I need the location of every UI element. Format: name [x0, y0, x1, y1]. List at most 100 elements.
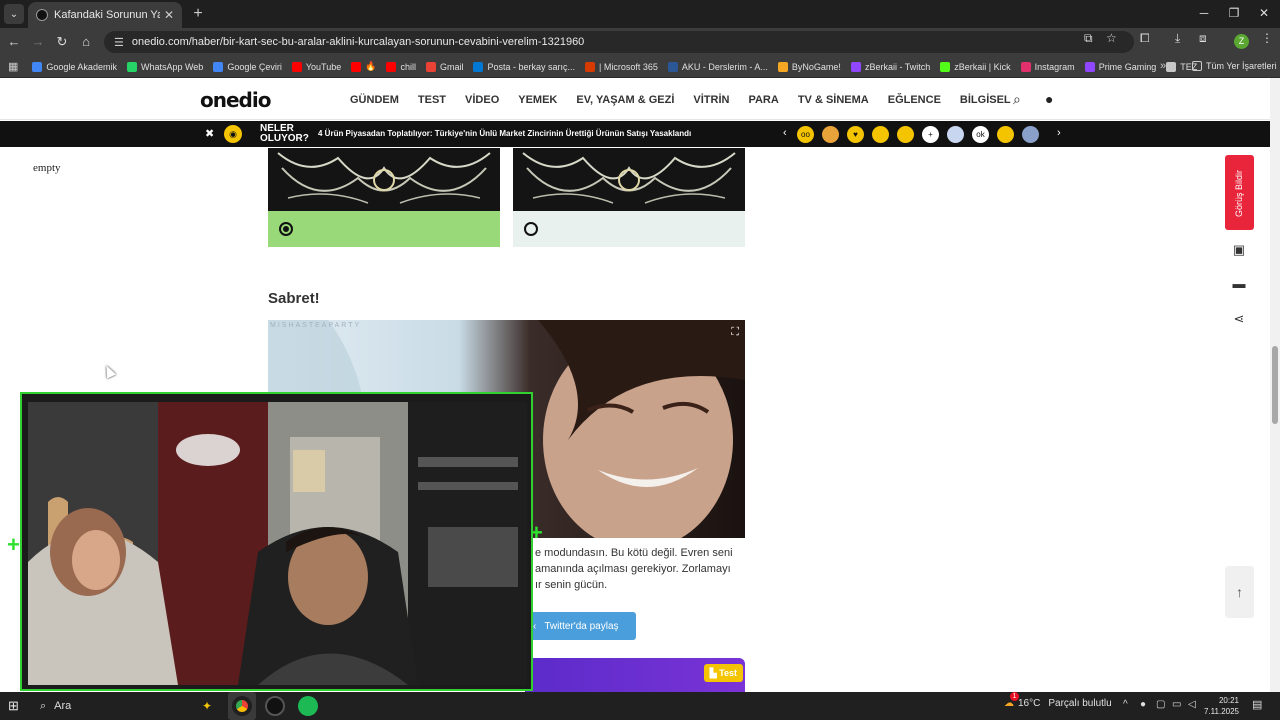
bookmark-star-icon[interactable]: ☆ [1106, 31, 1117, 45]
bookmark-item[interactable]: Google Akademik [32, 61, 117, 72]
bookmark-item[interactable]: AKU - Derslerim - A... [667, 61, 768, 72]
emoji-reaction-icon[interactable]: ♥ [847, 126, 864, 143]
bookmark-label: ByNoGame! [791, 61, 841, 72]
option-a-footer[interactable] [268, 211, 500, 247]
option-b-footer[interactable] [513, 211, 745, 247]
network-icon[interactable]: ▭ [1172, 699, 1181, 710]
translate-icon[interactable]: ⧈ [1199, 31, 1207, 46]
menu-item[interactable]: BİLGİSEL [960, 94, 1011, 106]
emoji-reaction-icon[interactable] [872, 126, 889, 143]
trend-badge-icon[interactable]: ◉ [224, 125, 242, 143]
apps-grid-icon[interactable]: ▦ [8, 60, 18, 73]
bookmark-label: | Microsoft 365 [599, 61, 658, 72]
trend-headline[interactable]: 4 Ürün Piyasadan Toplatılıyor: Türkiye'n… [318, 129, 691, 138]
menu-item[interactable]: TEST [418, 94, 446, 106]
microphone-icon[interactable]: ● [1140, 699, 1146, 710]
bookmark-item[interactable]: YouTube [291, 61, 341, 72]
back-to-top-button[interactable]: ↑ [1225, 566, 1254, 618]
chrome-icon[interactable] [232, 696, 252, 716]
option-a-radio[interactable] [279, 222, 293, 236]
bookmark-item[interactable]: zBerkaii | Kick [940, 61, 1011, 72]
emoji-reaction-icon[interactable] [897, 126, 914, 143]
minimize-button[interactable]: ─ [1194, 4, 1214, 22]
onedio-logo[interactable]: onedio [200, 88, 271, 112]
emoji-reaction-icon[interactable] [822, 126, 839, 143]
menu-item[interactable]: TV & SİNEMA [798, 94, 869, 106]
bookmark-item[interactable]: Google Çeviri [213, 61, 282, 72]
tab-search-button[interactable]: ⌄ [4, 4, 24, 24]
more-bookmarks-icon[interactable]: » [1160, 60, 1166, 72]
emoji-reaction-icon[interactable]: ok [972, 126, 989, 143]
notifications-icon[interactable]: ▤ [1252, 698, 1262, 711]
feedback-button[interactable]: Görüş Bildir [1225, 155, 1254, 230]
emoji-reaction-icon[interactable] [997, 126, 1014, 143]
tray-app-icon[interactable]: ▢ [1156, 699, 1165, 710]
spotify-icon[interactable] [298, 696, 318, 716]
close-window-button[interactable]: ✕ [1254, 4, 1274, 22]
bookmark-item[interactable]: chill [386, 61, 416, 72]
menu-item[interactable]: GÜNDEM [350, 94, 399, 106]
browser-tab-active[interactable]: Kafandaki Sorunun Yanıtı Bu Kart ✕ [28, 2, 182, 28]
scroll-thumb[interactable] [1272, 346, 1278, 424]
extensions-icon[interactable]: ⧠ [1140, 31, 1150, 46]
new-tab-button[interactable]: + [188, 4, 208, 24]
tray-chevron-icon[interactable]: ^ [1123, 699, 1128, 710]
address-bar[interactable]: ☰ onedio.com/haber/bir-kart-sec-bu-arala… [104, 31, 1134, 53]
categories-grid-icon[interactable]: ✖ [205, 127, 214, 140]
bookmark-item[interactable]: Posta - berkay sarıç... [473, 61, 575, 72]
neler-oluyor-label[interactable]: NELER OLUYOR? [260, 124, 309, 144]
close-tab-icon[interactable]: ✕ [164, 8, 174, 22]
menu-item[interactable]: EĞLENCE [888, 94, 941, 106]
feedback-label: Görüş Bildir [1234, 169, 1244, 217]
menu-item[interactable]: YEMEK [518, 94, 557, 106]
downloads-icon[interactable]: ⤓ [1175, 31, 1180, 46]
bookmark-item[interactable]: 🔥 [351, 61, 376, 72]
chrome-menu-icon[interactable]: ⋮ [1261, 31, 1273, 45]
share-icon[interactable]: ⋖ [1230, 311, 1248, 329]
bookmark-item[interactable]: zBerkaii - Twitch [850, 61, 930, 72]
bookmark-item[interactable]: Instagram [1020, 61, 1075, 72]
forward-button[interactable]: → [28, 32, 48, 52]
bookmark-item[interactable]: ByNoGame! [777, 61, 841, 72]
emoji-next-arrow[interactable]: › [1057, 127, 1061, 139]
bookmark-item[interactable]: Prime Gaming [1084, 61, 1156, 72]
result-description: e modundasın. Bu kötü değil. Evren seni … [535, 545, 745, 593]
menu-item[interactable]: EV, YAŞAM & GEZİ [576, 94, 674, 106]
bookmark-item[interactable]: Gmail [425, 61, 463, 72]
quiz-option-b[interactable] [513, 148, 745, 248]
windows-start-icon[interactable]: ⊞ [8, 698, 19, 714]
back-button[interactable]: ← [4, 32, 24, 52]
menu-item[interactable]: VİTRİN [693, 94, 729, 106]
volume-icon[interactable]: ◁ [1188, 699, 1196, 710]
restore-button[interactable]: ❐ [1224, 4, 1244, 22]
menu-item[interactable]: PARA [748, 94, 778, 106]
twitter-share-button[interactable]: ‹ Twitter'da paylaş [525, 612, 636, 640]
bookmark-item[interactable]: WhatsApp Web [126, 61, 203, 72]
emoji-prev-arrow[interactable]: ‹ [783, 127, 787, 139]
home-button[interactable]: ⌂ [76, 32, 96, 52]
option-b-radio[interactable] [524, 222, 538, 236]
obs-icon[interactable] [265, 696, 285, 716]
emoji-reaction-icon[interactable] [1022, 126, 1039, 143]
quiz-option-a[interactable] [268, 148, 500, 248]
taskbar-search[interactable]: ⌕ Ara ✦ [34, 695, 220, 717]
emoji-reaction-icon[interactable]: oo [797, 126, 814, 143]
site-info-icon[interactable]: ☰ [114, 36, 124, 49]
emoji-reaction-icon[interactable] [947, 126, 964, 143]
emoji-reaction-icon[interactable]: + [922, 126, 939, 143]
menu-item[interactable]: VİDEO [465, 94, 499, 106]
expand-icon[interactable]: ⛶ [731, 326, 739, 339]
system-clock[interactable]: 20:21 7.11.2025 [1204, 695, 1239, 717]
profile-avatar[interactable]: Z [1234, 34, 1249, 49]
page-scrollbar[interactable] [1270, 78, 1280, 692]
user-icon[interactable]: ● [1045, 91, 1053, 107]
comments-icon[interactable]: ▬ [1230, 276, 1248, 294]
install-app-icon[interactable]: ⧉ [1084, 31, 1093, 46]
bookmark-item[interactable]: | Microsoft 365 [585, 61, 658, 72]
search-icon[interactable]: ⌕ [1013, 91, 1021, 108]
reload-button[interactable]: ↻ [52, 32, 72, 52]
all-bookmarks-folder[interactable]: Tüm Yer İşaretleri [1192, 61, 1277, 71]
weather-widget[interactable]: ☁ 1 16°C Parçalı bulutlu [1004, 692, 1112, 709]
test-banner[interactable]: ▙ Test [525, 658, 745, 692]
bookmark-add-icon[interactable]: ▣ [1230, 242, 1248, 260]
